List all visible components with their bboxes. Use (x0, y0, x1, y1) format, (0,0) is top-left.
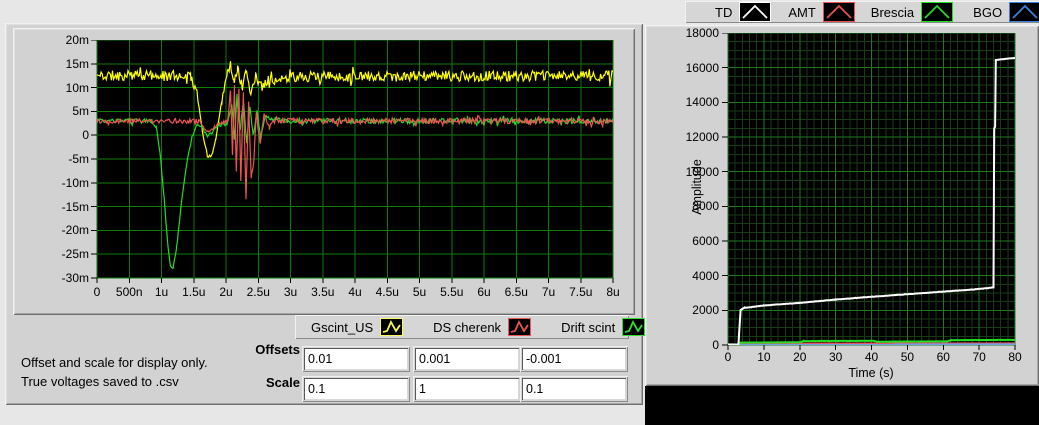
scale-field-1-wrap (302, 376, 410, 402)
legend-label: DS cherenk (433, 319, 502, 335)
y-tick-label: 6000 (692, 234, 719, 248)
waveform-plot-legend: Gscint_US DS cherenk Drift scint (295, 315, 646, 339)
amplitude-chart-panel: 18000 16000 14000 12000 10000 8000 6000 4000 200… (645, 25, 1039, 386)
y-tick-label: 0 (82, 128, 89, 143)
x-tick-label: 80 (1008, 350, 1022, 364)
y-tick-label: 12000 (685, 130, 719, 144)
y-tick-label: 16000 (685, 60, 719, 75)
bottom-black-region (645, 386, 1039, 425)
plot-line-icon[interactable] (1009, 2, 1039, 22)
legend-item-gscint-us[interactable]: Gscint_US (311, 315, 404, 339)
x-tick-label: 20 (793, 350, 807, 364)
plot-line-icon[interactable] (380, 318, 404, 336)
amplitude-chart-legend: TD AMT Brescia BGO (685, 1, 1039, 23)
plot-line-icon[interactable] (921, 2, 954, 22)
scale-input-2[interactable] (415, 378, 519, 400)
scale-input-3[interactable] (522, 378, 626, 400)
y-tick-label: 14000 (685, 95, 719, 110)
plot-line-icon[interactable] (739, 2, 772, 22)
y-tick-label: 8000 (692, 199, 719, 214)
y-tick-label: 5m (72, 104, 89, 119)
offset-input-1[interactable] (304, 348, 408, 370)
x-tick-label: 70 (972, 350, 986, 364)
legend-item-bgo[interactable]: BGO (973, 1, 1039, 23)
x-tick-label: 0 (724, 350, 732, 364)
y-tick-label: -5m (68, 152, 89, 166)
offset-input-3[interactable] (522, 348, 626, 370)
x-tick-label: 8u (606, 285, 620, 299)
offset-input-2[interactable] (415, 348, 519, 370)
y-tick-label: 15m (65, 56, 89, 71)
plot-line-icon[interactable] (622, 318, 646, 336)
y-tick-label: 10m (65, 80, 89, 95)
legend-item-ds-cherenk[interactable]: DS cherenk (433, 315, 532, 339)
waveform-graph-plot (91, 40, 614, 283)
y-tick-label: 4000 (692, 268, 719, 283)
legend-item-brescia[interactable]: Brescia (870, 1, 954, 23)
y-tick-label: -30m (61, 271, 89, 285)
x-tick-label: 40 (864, 350, 879, 364)
legend-item-drift-scint[interactable]: Drift scint (561, 315, 646, 339)
offset-scale-note: Offset and scale for display only. True … (21, 354, 281, 391)
y-tick-label: 10000 (685, 164, 719, 179)
y-tick-label: 18000 (685, 26, 719, 40)
legend-label: BGO (973, 4, 1003, 20)
legend-item-amt[interactable]: AMT (788, 1, 855, 23)
y-tick-label: -10m (61, 175, 89, 190)
x-tick-label: 30 (828, 350, 843, 364)
legend-label: Gscint_US (311, 319, 374, 335)
amplitude-axis-title: Amplitude (690, 159, 704, 215)
waveform-graph-frame: 20m 15m 10m 5m 0 -5m -10m -15m -20m -25m -30m 0 500… (13, 28, 635, 315)
offset-field-2-wrap (413, 346, 521, 372)
scale-field-2-wrap (413, 376, 521, 402)
legend-label: TD (715, 4, 733, 20)
left-scope-panel: 20m 15m 10m 5m 0 -5m -10m -15m -20m -25m -30m 0 500… (5, 23, 646, 405)
scale-input-1[interactable] (304, 378, 408, 400)
x-tick-label: 60 (936, 350, 950, 364)
legend-label: Drift scint (561, 319, 616, 335)
y-tick-label: -15m (61, 199, 89, 214)
x-tick-label: 50 (900, 350, 915, 364)
x-tick-label: 10 (757, 350, 771, 364)
plot-line-icon[interactable] (508, 318, 532, 336)
note-line-2: True voltages saved to .csv (21, 373, 179, 389)
legend-label: Brescia (870, 4, 915, 20)
amplitude-chart-plot (722, 33, 1016, 350)
time-axis-title: Time (s) (848, 366, 894, 380)
scale-field-3-wrap (520, 376, 628, 402)
y-tick-label: -20m (61, 223, 89, 238)
offset-field-1-wrap (302, 346, 410, 372)
offset-field-3-wrap (520, 346, 628, 372)
trace-bgo (728, 343, 1015, 345)
plot-line-icon[interactable] (822, 2, 855, 22)
note-line-1: Offset and scale for display only. (21, 355, 208, 370)
legend-label: AMT (788, 4, 816, 20)
y-tick-label: 20m (65, 33, 89, 47)
legend-item-td[interactable]: TD (715, 1, 772, 23)
y-tick-label: -25m (61, 247, 89, 262)
y-tick-label: 2000 (692, 303, 719, 318)
